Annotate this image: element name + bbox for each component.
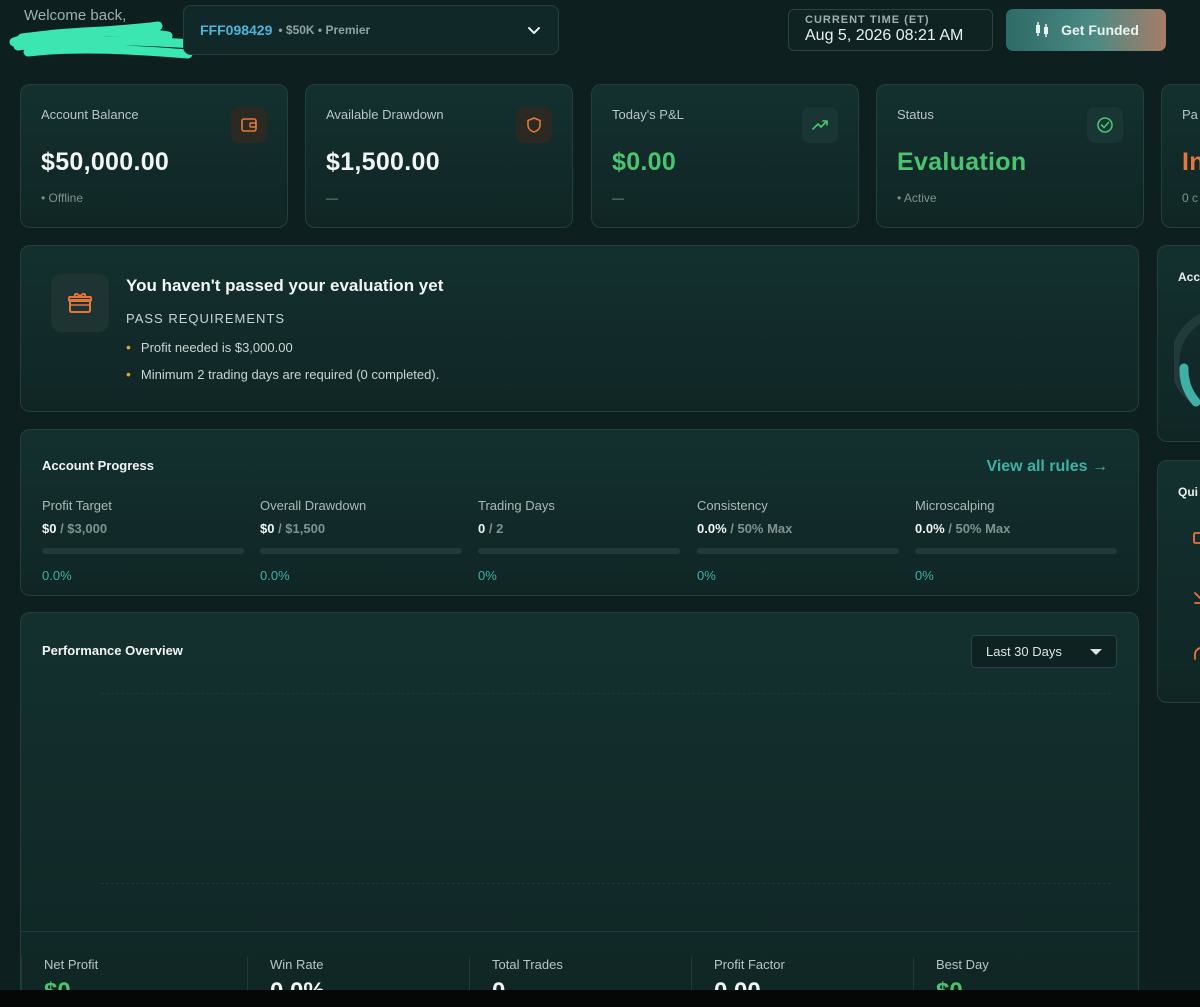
side-card-label: Qui: [1178, 485, 1198, 499]
perf-stat-label: Win Rate: [270, 957, 324, 972]
support-icon[interactable]: [1192, 645, 1200, 663]
divider: [21, 931, 1140, 932]
stat-label: Pa: [1182, 107, 1198, 122]
requirement-item: Profit needed is $3,000.00: [126, 339, 439, 355]
stat-sub: —: [612, 191, 624, 205]
redaction-scribble: [9, 21, 198, 59]
stat-sub: • Offline: [41, 191, 83, 205]
get-funded-button[interactable]: Get Funded: [1006, 9, 1166, 51]
metric-label: Microscalping: [915, 498, 995, 513]
metric-percent: 0%: [478, 568, 497, 583]
shield-icon: [516, 107, 552, 143]
candlestick-icon: [1036, 22, 1049, 37]
metric-label: Overall Drawdown: [260, 498, 367, 513]
date-range-select[interactable]: Last 30 Days: [971, 635, 1117, 668]
chevron-down-icon: [528, 27, 540, 34]
metric-label: Consistency: [697, 498, 768, 513]
account-id: FFF098429: [200, 22, 273, 38]
metric-value: 0.0% / 50% Max: [915, 521, 1011, 536]
progress-bar: [697, 548, 899, 554]
perf-stat-label: Net Profit: [44, 957, 99, 972]
evaluation-card: You haven't passed your evaluation yet P…: [20, 245, 1139, 412]
stat-sub: —: [326, 191, 338, 205]
metric-value: 0 / 2: [478, 521, 504, 536]
view-all-rules-link[interactable]: View all rules →: [986, 458, 1108, 476]
account-progress-card: Account Progress View all rules → Profit…: [20, 429, 1139, 596]
stat-value: Evaluation: [897, 148, 1027, 176]
metric-percent: 0.0%: [42, 568, 72, 583]
stat-card-drawdown: Available Drawdown $1,500.00 —: [305, 84, 573, 228]
stat-value: $0.00: [612, 148, 677, 176]
requirements-list: Profit needed is $3,000.00 Minimum 2 tra…: [126, 339, 439, 393]
gift-icon: [51, 274, 109, 332]
metric-percent: 0%: [697, 568, 716, 583]
chart-gridline: [101, 693, 1111, 694]
side-card-label: Acc: [1178, 270, 1200, 284]
metric-microscalping: Microscalping 0.0% / 50% Max 0%: [915, 498, 1117, 583]
metric-label: Profit Target: [42, 498, 112, 513]
bottom-edge: [0, 990, 1200, 1007]
metric-consistency: Consistency 0.0% / 50% Max 0%: [697, 498, 899, 583]
metric-value: 0.0% / 50% Max: [697, 521, 793, 536]
metric-percent: 0%: [915, 568, 934, 583]
stat-card-pnl: Today's P&L $0.00 —: [591, 84, 859, 228]
account-progress-title: Account Progress: [42, 458, 154, 473]
requirement-item: Minimum 2 trading days are required (0 c…: [126, 366, 439, 382]
caret-down-icon: [1090, 648, 1102, 655]
monitor-icon[interactable]: [1192, 531, 1200, 547]
account-selector[interactable]: FFF098429 • $50K • Premier: [183, 5, 559, 55]
download-icon[interactable]: [1192, 589, 1200, 607]
progress-bar: [915, 548, 1117, 554]
side-card-account: Acc: [1157, 245, 1200, 442]
side-card-quick: Qui: [1157, 460, 1200, 703]
chart-gridline: [101, 883, 1111, 884]
date-range-value: Last 30 Days: [986, 644, 1062, 659]
account-meta: • $50K • Premier: [278, 23, 371, 37]
check-circle-icon: [1087, 107, 1123, 143]
metric-percent: 0.0%: [260, 568, 290, 583]
wallet-icon: [231, 107, 267, 143]
performance-overview-card: Performance Overview Last 30 Days Net Pr…: [20, 612, 1140, 1007]
current-time-label: CURRENT TIME (ET): [805, 14, 930, 26]
perf-stat-label: Profit Factor: [714, 957, 785, 972]
metric-value: $0 / $3,000: [42, 521, 108, 536]
metric-label: Trading Days: [478, 498, 555, 513]
perf-stat-label: Total Trades: [492, 957, 563, 972]
metric-overall-drawdown: Overall Drawdown $0 / $1,500 0.0%: [260, 498, 462, 583]
progress-bar: [260, 548, 462, 554]
stat-value: In: [1182, 148, 1200, 176]
stat-sub: • Active: [897, 191, 937, 205]
trending-up-icon: [802, 107, 838, 143]
current-time-value: Aug 5, 2026 08:21 AM: [805, 27, 964, 44]
metric-profit-target: Profit Target $0 / $3,000 0.0%: [42, 498, 244, 583]
stat-sub: 0 c: [1182, 191, 1199, 205]
perf-stat-label: Best Day: [936, 957, 989, 972]
pass-requirements-label: PASS REQUIREMENTS: [126, 311, 286, 326]
progress-bar: [478, 548, 680, 554]
performance-overview-title: Performance Overview: [42, 643, 183, 658]
metric-trading-days: Trading Days 0 / 2 0%: [478, 498, 680, 583]
get-funded-label: Get Funded: [1061, 22, 1139, 38]
progress-bar: [42, 548, 244, 554]
current-time: CURRENT TIME (ET) Aug 5, 2026 08:21 AM: [788, 9, 993, 51]
metric-value: $0 / $1,500: [260, 521, 326, 536]
evaluation-title: You haven't passed your evaluation yet: [126, 276, 444, 295]
stat-card-status: Status Evaluation • Active: [876, 84, 1144, 228]
account-donut-chart: [1174, 313, 1200, 407]
stat-value: $1,500.00: [326, 148, 440, 176]
stat-card-partial: Pa In 0 c: [1161, 84, 1200, 228]
stat-value: $50,000.00: [41, 148, 170, 176]
stat-card-balance: Account Balance $50,000.00 • Offline: [20, 84, 288, 228]
